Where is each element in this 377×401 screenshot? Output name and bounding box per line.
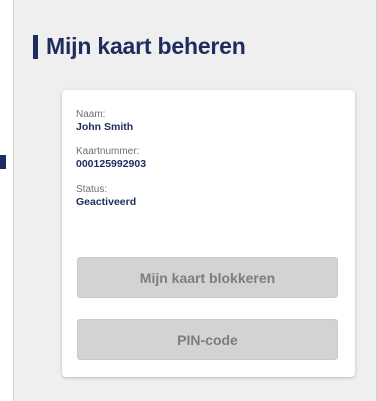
left-edge-marker (0, 155, 6, 169)
name-value: John Smith (76, 121, 134, 133)
name-field: Naam: John Smith (76, 109, 133, 134)
block-card-button[interactable]: Mijn kaart blokkeren (77, 257, 338, 298)
card-number-field: Kaartnummer: 000125992903 (76, 146, 146, 171)
manage-card-panel: Mijn kaart beheren Naam: John Smith Kaar… (13, 0, 377, 401)
name-label: Naam: (76, 109, 106, 120)
status-field: Status: Geactiveerd (76, 184, 136, 209)
status-label: Status: (76, 184, 108, 195)
card-number-label: Kaartnummer: (76, 146, 140, 157)
page-title: Mijn kaart beheren (46, 33, 246, 59)
pin-code-button[interactable]: PIN-code (77, 319, 338, 360)
status-value: Geactiveerd (76, 196, 137, 208)
title-accent-bar (33, 34, 38, 59)
card-details: Naam: John Smith Kaartnummer: 0001259929… (62, 90, 355, 377)
title-row: Mijn kaart beheren (33, 33, 246, 60)
card-number-value: 000125992903 (76, 158, 147, 170)
